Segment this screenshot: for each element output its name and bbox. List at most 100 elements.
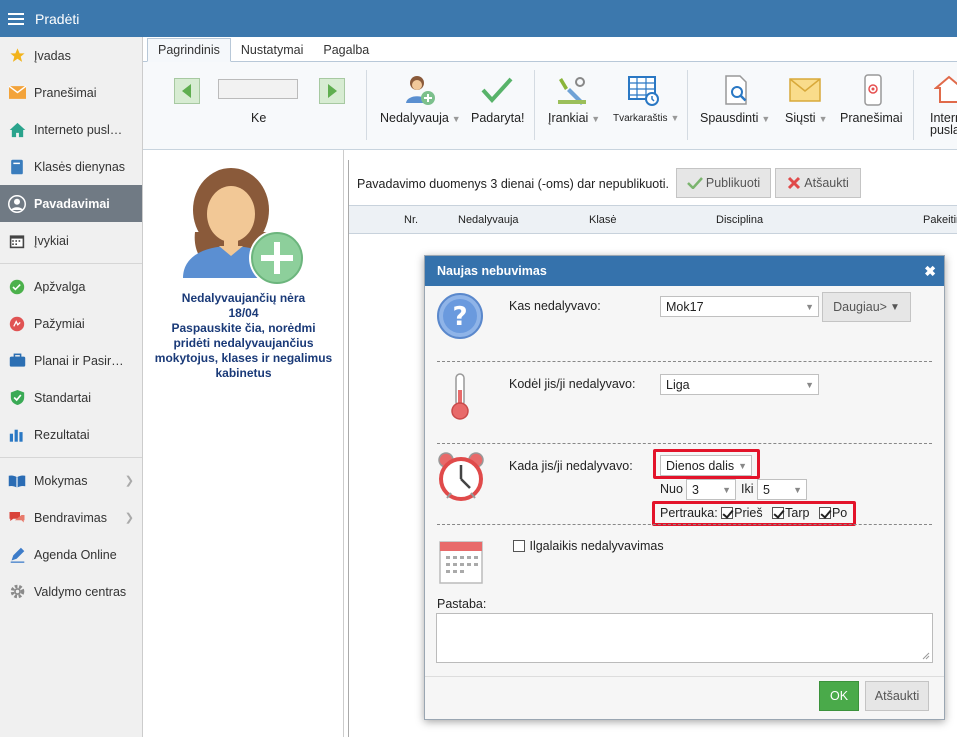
who-select[interactable]: Mok17 ▼ [660,296,819,317]
longterm-row: Ilgalaikis nedalyvavimas [513,539,664,553]
tab-pagalba[interactable]: Pagalba [313,39,379,61]
sidebar-item-pranesimai[interactable]: Pranešimai [0,74,142,111]
print-preview-icon[interactable] [718,72,754,108]
sidebar-item-label: Pažymiai [34,316,85,331]
sidebar-item-ivadas[interactable]: Įvadas [0,37,142,74]
app-title[interactable]: Pradėti [35,11,79,27]
irankiai-button[interactable]: Įrankiai ▼ [548,111,600,125]
from-select[interactable]: 3 ▼ [686,479,736,500]
column-pakeitimas[interactable]: Pakeitin [923,214,957,226]
pen-icon [8,546,26,564]
arrow-right-icon [328,84,337,98]
cancel-button[interactable]: Atšaukti [865,681,929,711]
sidebar-item-interneto[interactable]: Interneto pusl… [0,111,142,148]
sidebar-item-label: Pavadavimai [34,196,110,211]
check-icon [687,177,703,189]
add-absent-person-icon[interactable] [181,162,309,293]
longterm-label: Ilgalaikis nedalyvavimas [529,539,664,553]
spausdinti-button[interactable]: Spausdinti ▼ [700,111,770,125]
menu-icon[interactable] [8,12,24,25]
check-circle-icon [8,278,26,296]
padaryta-button[interactable]: Padaryta! [471,111,525,125]
dialog-header: Naujas nebuvimas ✖ [425,256,944,286]
timetable-icon[interactable] [625,72,661,108]
arrow-left-icon [182,84,191,98]
envelope-icon[interactable] [787,72,823,108]
sidebar-item-ivykiai[interactable]: Įvykiai [0,222,142,259]
sidebar-item-standartai[interactable]: Standartai [0,379,142,416]
more-button[interactable]: Daugiau> ▼ [822,292,911,322]
why-select[interactable]: Liga ▼ [660,374,819,395]
sidebar-item-label: Įvykiai [34,233,69,248]
section-divider [437,443,932,444]
sidebar-item-label: Klasės dienynas [34,159,126,174]
absent-panel[interactable]: Nedalyvaujančių nėra 18/04 Paspauskite č… [143,150,344,737]
sidebar-item-label: Bendravimas [34,510,107,525]
column-nedalyvauja[interactable]: Nedalyvauja [458,214,519,226]
dropdown-icon: ▼ [451,114,461,124]
dropdown-icon: ▼ [670,113,680,123]
tvarkarastis-button[interactable]: Tvarkaraštis ▼ [613,113,679,124]
cancel-publish-button[interactable]: Atšaukti [775,168,861,198]
tools-icon[interactable] [554,72,590,108]
column-nr[interactable]: Nr. [404,214,418,226]
close-icon [788,176,801,190]
next-button[interactable] [319,78,345,104]
to-select[interactable]: 5 ▼ [757,479,807,500]
calendar-icon [439,538,483,587]
tab-nustatymai[interactable]: Nustatymai [231,39,314,61]
alarm-clock-icon [437,452,485,505]
panel-splitter[interactable] [348,160,349,737]
sidebar-item-agenda-online[interactable]: Agenda Online [0,536,142,573]
table-header: Nr. Nedalyvauja Klasė Disciplina Pakeiti… [349,205,957,234]
date-field[interactable] [218,79,298,99]
ribbon-divider [534,70,535,140]
to-label: Iki [741,482,754,496]
highlight-break [652,501,856,526]
bar-chart-icon [8,426,26,444]
chevron-right-icon: ❯ [124,512,134,524]
sidebar-item-bendravimas[interactable]: Bendravimas ❯ [0,499,142,536]
mobile-phone-icon[interactable] [855,72,891,108]
sidebar-item-label: Mokymas [34,473,88,488]
sidebar-item-valdymo-centras[interactable]: Valdymo centras [0,573,142,610]
note-textarea[interactable] [436,613,933,663]
question-icon: ? [437,293,483,342]
column-klase[interactable]: Klasė [589,214,617,226]
sidebar-divider [0,263,142,264]
chat-icon [8,509,26,527]
close-icon[interactable]: ✖ [924,263,936,280]
nedalyvauja-button[interactable]: Nedalyvauja ▼ [380,111,461,125]
sidebar-item-mokymas[interactable]: Mokymas ❯ [0,462,142,499]
sidebar-item-rezultatai[interactable]: Rezultatai [0,416,142,453]
prev-button[interactable] [174,78,200,104]
chevron-down-icon: ▼ [722,485,731,495]
publish-button[interactable]: Publikuoti [676,168,771,198]
envelope-icon [8,84,26,102]
column-disciplina[interactable]: Disciplina [716,214,763,226]
dialog-title: Naujas nebuvimas [437,264,547,278]
checkmark-icon[interactable] [479,72,515,108]
tab-pagrindinis[interactable]: Pagrindinis [147,38,231,62]
home-icon[interactable] [931,72,957,108]
longterm-checkbox[interactable] [513,540,525,552]
dropdown-icon: ▼ [889,301,900,313]
sidebar-item-pavadavimai[interactable]: Pavadavimai [0,185,142,222]
section-divider [437,524,932,525]
chevron-down-icon: ▼ [805,380,814,390]
pranesimai-button[interactable]: Pranešimai [840,111,903,125]
siusti-button[interactable]: Siųsti ▼ [785,111,828,125]
absent-person-icon[interactable] [402,72,438,108]
why-label: Kodėl jis/ji nedalyvavo: [509,377,636,391]
sidebar-item-label: Apžvalga [34,279,86,294]
top-bar: Pradėti [0,0,957,37]
sidebar-item-klases-dienynas[interactable]: Klasės dienynas [0,148,142,185]
when-label: Kada jis/ji nedalyvavo: [509,459,633,473]
sidebar-item-label: Standartai [34,390,91,405]
briefcase-icon [8,352,26,370]
no-absent-message[interactable]: Nedalyvaujančių nėra 18/04 Paspauskite č… [109,291,378,381]
ok-button[interactable]: OK [819,681,859,711]
new-absence-dialog: Naujas nebuvimas ✖ ? Kas nedalyvavo: Mok… [424,255,945,720]
chevron-down-icon: ▼ [793,485,802,495]
nav-label: Ke [251,111,267,125]
